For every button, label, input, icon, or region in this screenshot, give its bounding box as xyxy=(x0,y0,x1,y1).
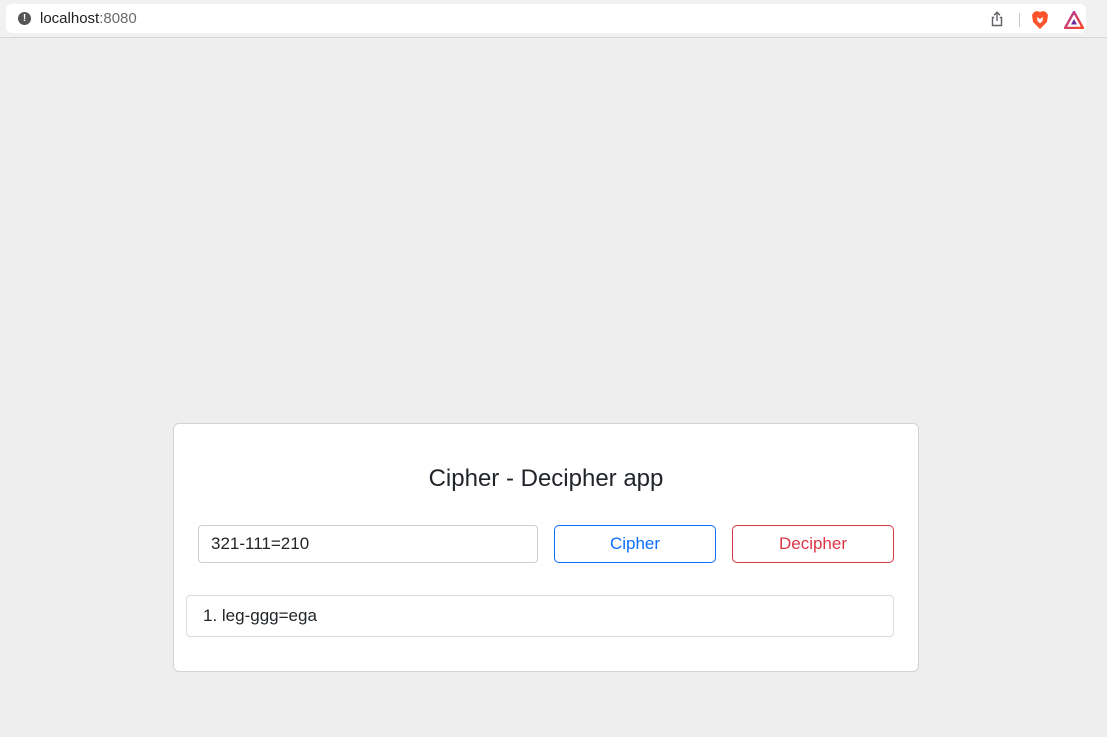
address-bar[interactable]: ! localhost:8080 xyxy=(6,4,1086,33)
brave-shields-icon[interactable] xyxy=(1031,10,1049,30)
decipher-button[interactable]: Decipher xyxy=(732,525,894,563)
results-list: 1. leg-ggg=ega xyxy=(186,595,894,637)
cipher-button[interactable]: Cipher xyxy=(554,525,716,563)
share-icon[interactable] xyxy=(989,11,1005,27)
browser-toolbar: ! localhost:8080 xyxy=(0,0,1107,38)
url-text[interactable]: localhost:8080 xyxy=(40,10,137,27)
app-title: Cipher - Decipher app xyxy=(428,465,664,492)
url-host: localhost xyxy=(40,10,100,27)
toolbar-divider xyxy=(1019,13,1020,27)
site-info-icon[interactable]: ! xyxy=(18,12,31,25)
brave-rewards-icon[interactable] xyxy=(1063,10,1085,30)
text-input[interactable] xyxy=(198,525,538,563)
result-item: 1. leg-ggg=ega xyxy=(186,595,894,637)
cipher-app-card: Cipher - Decipher app Cipher Decipher 1.… xyxy=(173,423,919,672)
url-port: :8080 xyxy=(99,10,137,27)
